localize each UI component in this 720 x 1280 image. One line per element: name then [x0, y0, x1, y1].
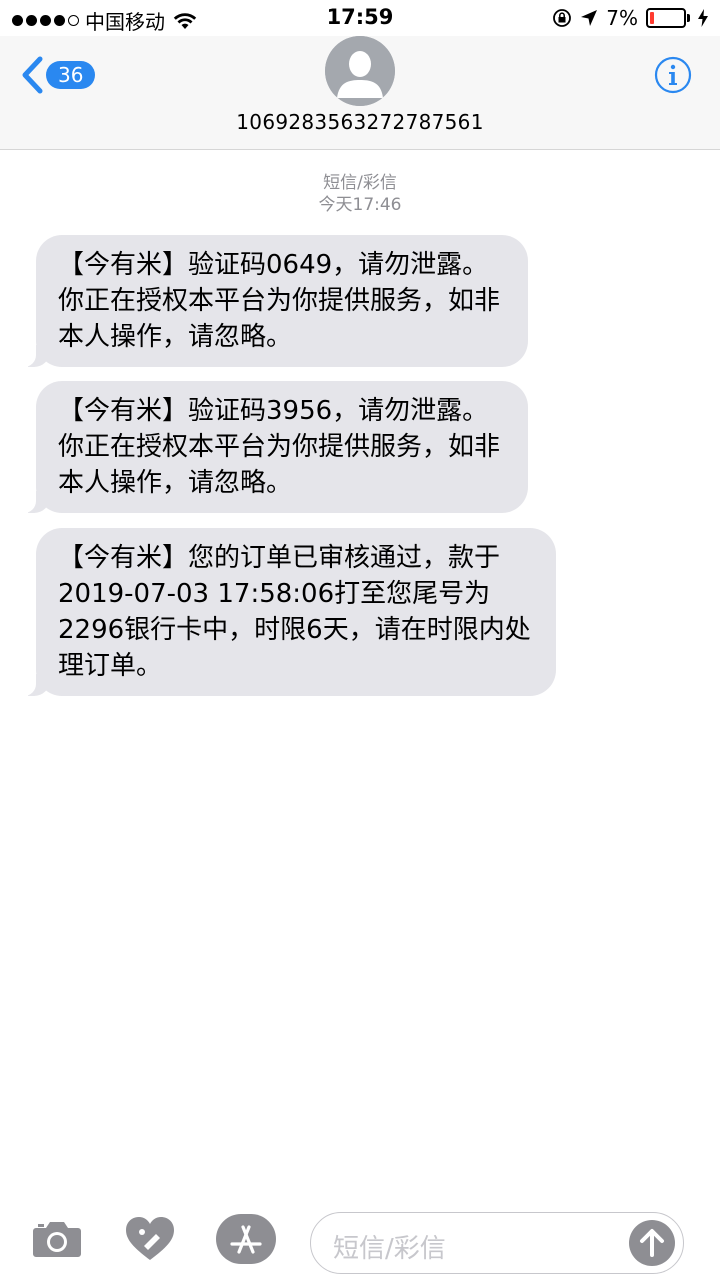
message-text: 【今有米】验证码3956，请勿泄露。你正在授权本平台为你提供服务，如非本人操作，… [58, 396, 501, 498]
orientation-lock-icon [553, 9, 572, 27]
message-input[interactable]: 短信/彩信 [310, 1212, 684, 1274]
camera-icon [33, 1222, 81, 1257]
charging-bolt-icon [698, 9, 708, 27]
battery-percent: 7% [606, 6, 638, 30]
contact-number[interactable]: 1069283563272787561 [0, 110, 720, 134]
chevron-left-icon [22, 56, 43, 94]
info-button[interactable] [654, 56, 692, 98]
message-timestamp: 今天17:46 [318, 195, 402, 215]
send-button[interactable] [629, 1220, 675, 1266]
conversation-meta: 短信/彩信 今天17:46 [0, 172, 720, 216]
contact-avatar[interactable] [325, 36, 395, 106]
message-type-label: 短信/彩信 [323, 173, 397, 193]
message-input-placeholder: 短信/彩信 [333, 1234, 446, 1264]
camera-button[interactable] [32, 1218, 82, 1262]
info-icon [654, 56, 692, 94]
back-button[interactable]: 36 [20, 56, 96, 94]
digital-touch-icon [126, 1217, 174, 1260]
battery-icon [646, 8, 690, 28]
message-text: 【今有米】您的订单已审核通过，款于2019-07-03 17:58:06打至您尾… [58, 543, 531, 681]
unread-count-badge: 36 [46, 61, 96, 89]
composer-bar: 短信/彩信 [0, 1200, 720, 1280]
avatar-icon [325, 36, 395, 106]
message-text: 【今有米】验证码0649，请勿泄露。你正在授权本平台为你提供服务，如非本人操作，… [58, 250, 501, 352]
conversation-header: 36 1069283563272787561 [0, 36, 720, 150]
app-store-icon [216, 1214, 276, 1264]
send-arrow-icon [640, 1229, 664, 1257]
location-arrow-icon [581, 10, 598, 26]
status-right: 7% [552, 6, 708, 30]
message-bubble[interactable]: 【今有米】您的订单已审核通过，款于2019-07-03 17:58:06打至您尾… [22, 528, 556, 696]
digital-touch-button[interactable] [124, 1216, 176, 1266]
message-bubble[interactable]: 【今有米】验证码0649，请勿泄露。你正在授权本平台为你提供服务，如非本人操作，… [22, 235, 528, 367]
message-bubble[interactable]: 【今有米】验证码3956，请勿泄露。你正在授权本平台为你提供服务，如非本人操作，… [22, 381, 528, 513]
app-store-button[interactable] [216, 1214, 276, 1268]
status-bar: 中国移动 17:59 7% [0, 0, 720, 36]
